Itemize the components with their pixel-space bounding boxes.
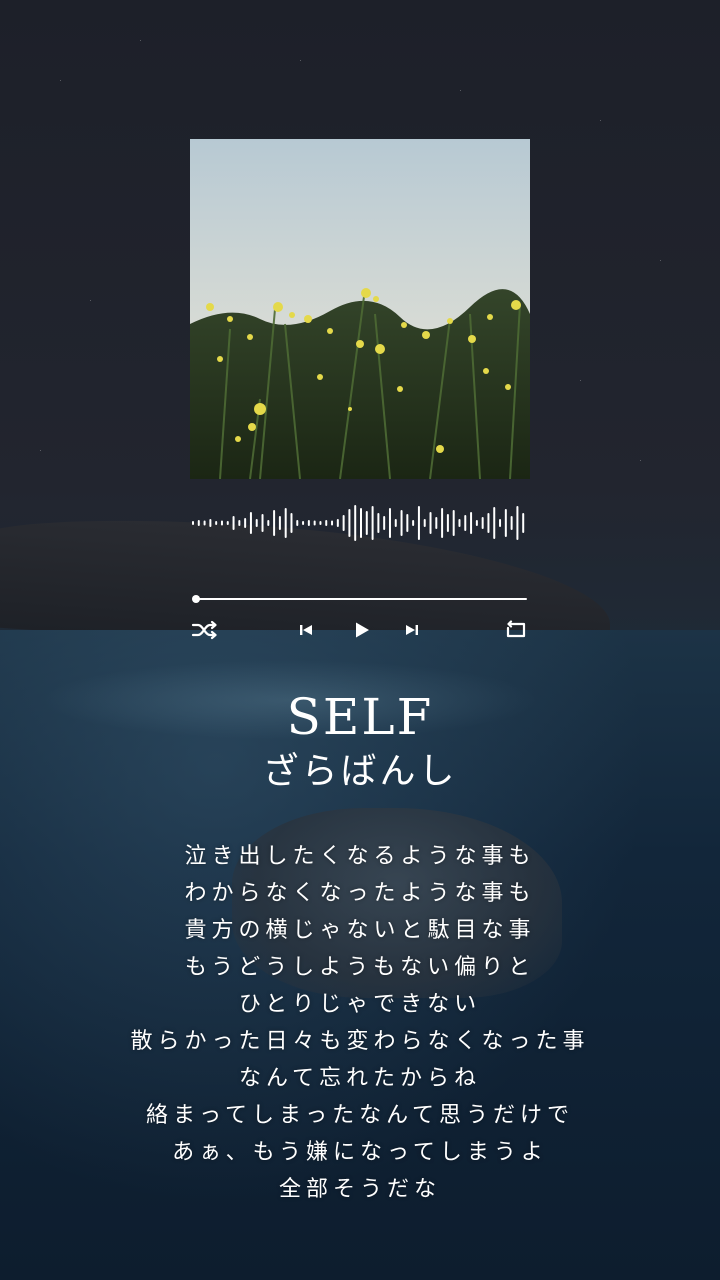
waveform-bar	[516, 506, 519, 540]
previous-button[interactable]	[296, 619, 316, 641]
waveform-bar	[394, 519, 397, 527]
waveform-bar	[232, 516, 235, 530]
waveform-bar	[412, 520, 415, 526]
waveform-bar	[504, 509, 507, 537]
waveform-bar	[400, 510, 403, 536]
waveform-bar	[342, 515, 345, 531]
waveform-bar	[475, 520, 478, 526]
progress-bar[interactable]	[192, 595, 527, 603]
lyric-line: ひとりじゃできない	[238, 992, 482, 1017]
lyric-line: 泣き出したくなるような事も	[184, 844, 536, 869]
lyric-line: 全部そうだな	[278, 1177, 441, 1202]
waveform-bar	[307, 520, 310, 526]
play-icon	[356, 622, 369, 638]
repeat-icon	[506, 620, 526, 638]
waveform-bar	[273, 510, 276, 536]
waveform-bar	[458, 519, 461, 527]
waveform-bar	[417, 506, 420, 540]
waveform-bar	[354, 505, 357, 541]
waveform-bar	[296, 520, 299, 526]
play-button[interactable]	[350, 619, 374, 641]
repeat-button[interactable]	[502, 619, 530, 641]
lyric-line: 貴方の横じゃないと駄目な事	[184, 918, 536, 943]
waveform-bar	[481, 517, 484, 529]
track-title: SELF	[286, 688, 434, 746]
waveform-bar	[331, 520, 334, 526]
progress-track[interactable]	[193, 598, 527, 600]
waveform-bar	[365, 511, 368, 535]
lyric-line: あぁ、もう嫌になってしまうよ	[172, 1140, 548, 1165]
waveform-bar	[406, 514, 409, 532]
waveform-bar	[267, 520, 270, 526]
waveform-bar	[383, 516, 386, 530]
lyrics-block: 泣き出したくなるような事も わからなくなったような事も 貴方の横じゃないと駄目な事も…	[0, 838, 720, 1208]
progress-knob[interactable]	[192, 595, 200, 603]
waveform-bar	[499, 519, 502, 527]
lyric-line: 散らかった日々も変わらなくなった事	[130, 1029, 590, 1054]
waveform-bar	[336, 519, 339, 527]
waveform-bar	[435, 517, 438, 529]
waveform-bar	[360, 508, 362, 538]
waveform-bar	[220, 520, 223, 526]
waveform-bar	[278, 516, 281, 530]
waveform-bar	[319, 521, 322, 525]
waveform-bar	[423, 519, 426, 527]
lyric-line: わからなくなったような事も	[184, 881, 536, 906]
waveform-bar	[249, 512, 252, 534]
shuffle-button[interactable]	[190, 619, 220, 641]
waveform-bar	[510, 516, 513, 530]
waveform-bar	[261, 514, 264, 532]
waveform-bar	[255, 519, 258, 527]
album-art	[190, 139, 530, 479]
waveform-bar	[452, 510, 455, 536]
waveform-bar	[464, 515, 467, 531]
waveform-bar	[244, 518, 247, 528]
waveform-bar	[429, 512, 432, 534]
audio-waveform	[192, 505, 525, 541]
waveform-bar	[215, 521, 218, 525]
waveform-bar	[197, 520, 200, 526]
lyric-line: 絡まってしまったなんて思うだけで	[145, 1103, 575, 1128]
waveform-bar	[209, 519, 212, 527]
lyric-line: なんて忘れたからね	[239, 1066, 481, 1091]
waveform-bar	[192, 521, 194, 525]
shuffle-icon	[191, 620, 217, 640]
waveform-bar	[313, 520, 316, 526]
waveform-bar	[290, 513, 293, 533]
waveform-bar	[203, 520, 206, 526]
waveform-bar	[348, 509, 351, 537]
waveform-bar	[493, 507, 496, 539]
waveform-bar	[284, 508, 287, 538]
waveform-bar	[238, 520, 241, 526]
waveform-bar	[522, 513, 525, 533]
waveform-bar	[446, 514, 449, 532]
waveform-bar	[302, 521, 305, 525]
waveform-bar	[226, 521, 229, 525]
skip-next-icon	[406, 625, 418, 635]
waveform-bar	[487, 513, 490, 533]
waveform-bar	[325, 520, 328, 526]
next-button[interactable]	[402, 619, 422, 641]
waveform-bar	[470, 512, 473, 534]
track-artist: ざらばんし	[262, 751, 458, 792]
skip-previous-icon	[300, 625, 312, 635]
lyric-line: もうどうしようもない偏りと	[184, 955, 536, 980]
waveform-bar	[371, 506, 374, 540]
waveform-bar	[441, 508, 444, 538]
waveform-bar	[377, 513, 380, 533]
waveform-bar	[388, 508, 391, 538]
